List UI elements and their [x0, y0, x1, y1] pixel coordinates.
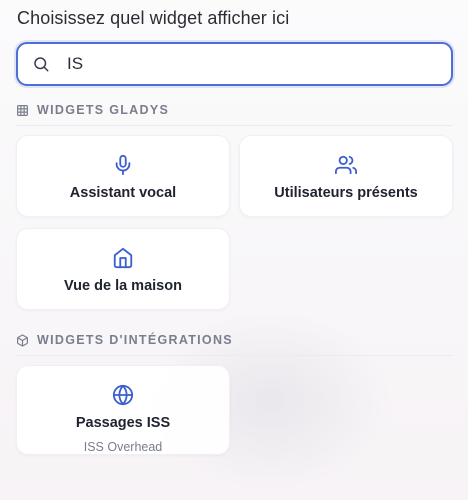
search-icon [31, 54, 51, 74]
box-icon [16, 333, 29, 347]
widget-card-vue-de-la-maison[interactable]: Vue de la maison [16, 228, 230, 310]
search-box[interactable] [16, 42, 453, 86]
section-label-integrations: Widgets d'intégrations [16, 333, 233, 347]
grid-icon [16, 104, 29, 117]
widget-card-label: Passages ISS [75, 415, 171, 431]
home-icon [112, 247, 134, 269]
widget-card-utilisateurs-presents[interactable]: Utilisateurs présents [239, 135, 453, 217]
page-title: Choisissez quel widget afficher ici [17, 8, 290, 28]
section-title: Widgets d'intégrations [37, 333, 233, 347]
microphone-icon [112, 154, 134, 176]
users-icon [335, 154, 357, 176]
widget-card-passages-iss[interactable]: Passages ISS ISS Overhead [16, 365, 230, 455]
section-label-gladys: Widgets Gladys [16, 103, 169, 117]
widget-card-label: Assistant vocal [69, 185, 177, 201]
globe-icon [112, 384, 134, 406]
widget-card-assistant-vocal[interactable]: Assistant vocal [16, 135, 230, 217]
search-input[interactable] [67, 54, 427, 74]
section-title: Widgets Gladys [37, 103, 170, 117]
widget-card-sublabel: ISS Overhead [83, 440, 163, 454]
widget-card-label: Vue de la maison [64, 278, 182, 294]
section-divider [16, 355, 453, 356]
widget-card-label: Utilisateurs présents [274, 185, 418, 201]
section-divider [16, 125, 453, 126]
